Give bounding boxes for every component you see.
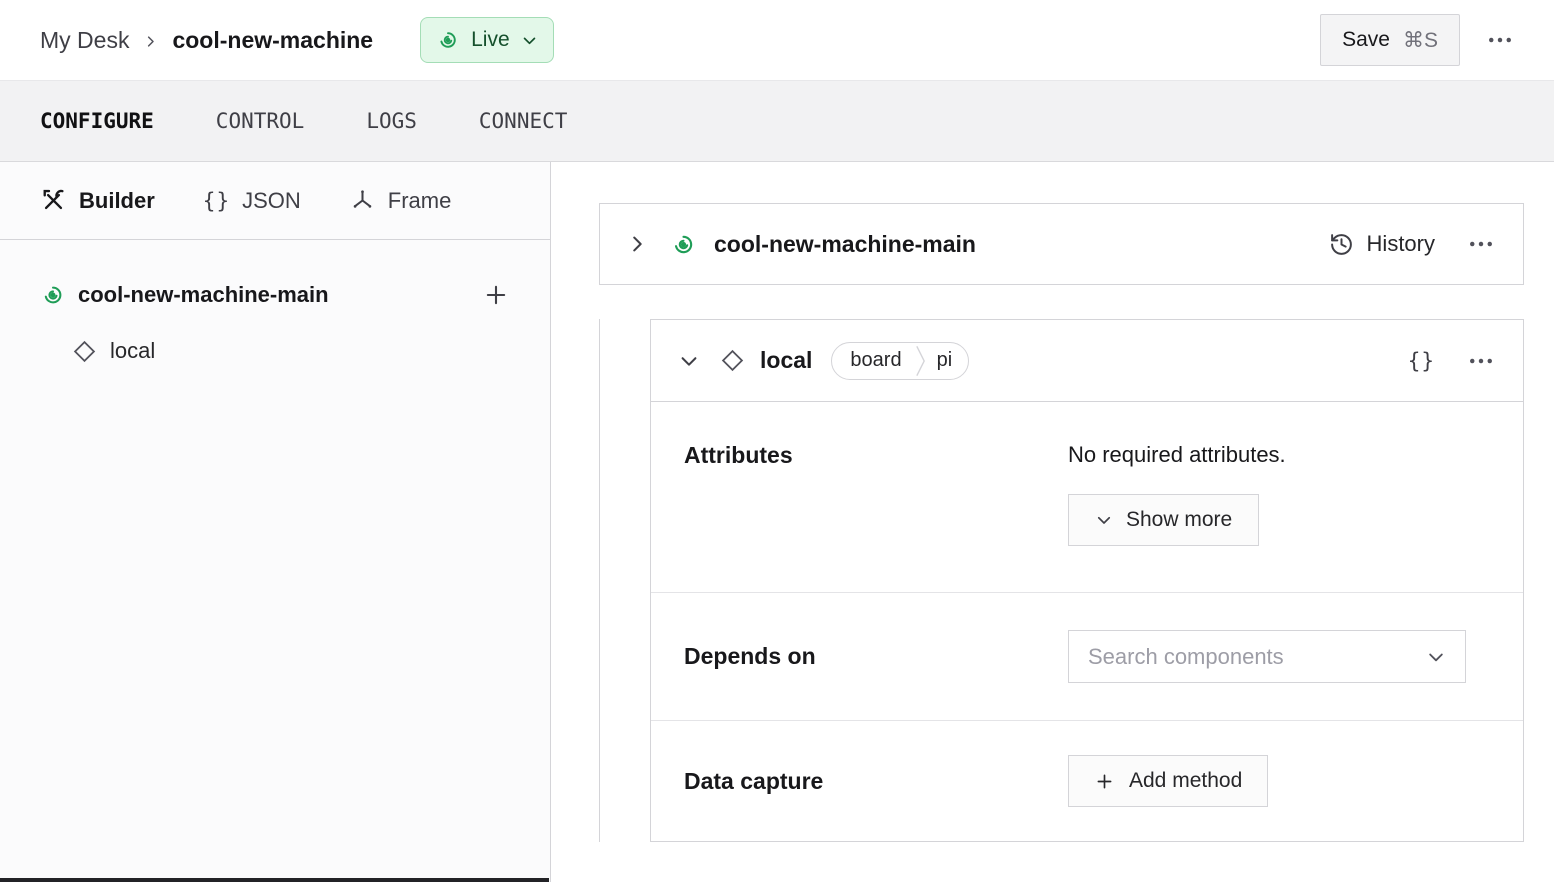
add-component-button[interactable] xyxy=(482,281,510,309)
live-status-button[interactable]: Live xyxy=(420,17,554,63)
sidebar-horizontal-scrollbar[interactable] xyxy=(0,878,549,882)
chevron-down-icon xyxy=(521,32,538,49)
configure-panel: cool-new-machine-main History xyxy=(551,162,1554,882)
tree-item-local[interactable]: local xyxy=(0,329,550,373)
breadcrumb: My Desk cool-new-machine xyxy=(40,27,373,54)
save-label: Save xyxy=(1342,28,1390,52)
ellipsis-icon xyxy=(1467,347,1495,375)
breadcrumb-root[interactable]: My Desk xyxy=(40,27,129,54)
attributes-label: Attributes xyxy=(684,442,1068,546)
depends-on-section: Depends on Search components xyxy=(651,593,1523,721)
history-button[interactable]: History xyxy=(1329,231,1435,257)
diamond-icon xyxy=(72,339,97,364)
broadcast-icon xyxy=(436,28,460,52)
content-area: Builder {} JSON xyxy=(0,162,1554,882)
plus-icon xyxy=(1094,771,1115,792)
chevron-down-icon[interactable] xyxy=(678,350,700,372)
component-card-header: local board pi {} xyxy=(651,320,1523,402)
depends-on-content: Search components xyxy=(1068,630,1499,683)
view-mode-switcher: Builder {} JSON xyxy=(0,162,550,240)
badge-separator-icon xyxy=(915,344,926,378)
data-capture-content: Add method xyxy=(1068,755,1499,807)
component-title: local xyxy=(760,347,812,374)
axes-icon xyxy=(349,187,376,214)
tree-local-label: local xyxy=(110,338,155,364)
show-more-button[interactable]: Show more xyxy=(1068,494,1259,546)
depends-on-select[interactable]: Search components xyxy=(1068,630,1466,683)
machine-part-card: cool-new-machine-main History xyxy=(599,203,1524,285)
ellipsis-icon xyxy=(1486,26,1514,54)
history-icon xyxy=(1329,232,1354,257)
add-method-button[interactable]: Add method xyxy=(1068,755,1268,807)
show-more-label: Show more xyxy=(1126,508,1232,532)
mode-builder-label: Builder xyxy=(79,188,155,214)
machine-tree: cool-new-machine-main local xyxy=(0,240,550,373)
braces-icon: {} xyxy=(203,189,230,213)
chevron-right-icon[interactable] xyxy=(626,233,648,255)
history-label: History xyxy=(1367,231,1435,257)
tools-icon xyxy=(40,187,67,214)
mode-json-label: JSON xyxy=(242,188,301,214)
chevron-down-icon xyxy=(1095,511,1113,529)
machine-part-title: cool-new-machine-main xyxy=(714,231,976,258)
badge-type-label: board xyxy=(850,349,901,372)
mode-json[interactable]: {} JSON xyxy=(203,188,301,214)
top-header: My Desk cool-new-machine Live Save ⌘S xyxy=(0,0,1554,80)
save-shortcut: ⌘S xyxy=(1403,28,1438,53)
mode-frame[interactable]: Frame xyxy=(349,187,452,214)
part-more-button[interactable] xyxy=(1463,226,1499,262)
tab-control[interactable]: CONTROL xyxy=(216,109,305,133)
sidebar: Builder {} JSON xyxy=(0,162,551,882)
data-capture-section: Data capture Add method xyxy=(651,721,1523,841)
component-more-button[interactable] xyxy=(1463,343,1499,379)
tree-item-machine-part[interactable]: cool-new-machine-main xyxy=(0,273,550,317)
mode-builder[interactable]: Builder xyxy=(40,187,155,214)
chevron-down-icon xyxy=(1426,647,1446,667)
json-view-toggle-button[interactable]: {} xyxy=(1408,349,1435,373)
tab-configure[interactable]: CONFIGURE xyxy=(40,109,154,133)
viam-machine-page: My Desk cool-new-machine Live Save ⌘S xyxy=(0,0,1554,882)
save-button[interactable]: Save ⌘S xyxy=(1320,14,1460,66)
component-card-wrap: local board pi {} xyxy=(599,319,1524,842)
mode-frame-label: Frame xyxy=(388,188,452,214)
attributes-empty-text: No required attributes. xyxy=(1068,442,1499,468)
attributes-section: Attributes No required attributes. Show … xyxy=(651,402,1523,593)
attributes-content: No required attributes. Show more xyxy=(1068,442,1499,546)
depends-on-placeholder: Search components xyxy=(1088,644,1284,670)
tab-logs[interactable]: LOGS xyxy=(366,109,417,133)
live-label: Live xyxy=(471,28,510,52)
component-card-local: local board pi {} xyxy=(650,319,1524,842)
component-type-badge: board pi xyxy=(831,342,969,380)
badge-model-label: pi xyxy=(937,349,953,372)
add-method-label: Add method xyxy=(1129,769,1242,793)
tab-bar: CONFIGURE CONTROL LOGS CONNECT xyxy=(0,80,1554,162)
tab-connect[interactable]: CONNECT xyxy=(479,109,568,133)
depends-on-label: Depends on xyxy=(684,643,1068,670)
tree-machine-part-label: cool-new-machine-main xyxy=(78,282,329,308)
tree-connector-line xyxy=(599,319,600,842)
header-more-button[interactable] xyxy=(1482,22,1518,58)
broadcast-icon xyxy=(670,231,697,258)
breadcrumb-current: cool-new-machine xyxy=(172,27,373,54)
breadcrumb-chevron-icon xyxy=(143,34,158,49)
data-capture-label: Data capture xyxy=(684,768,1068,795)
ellipsis-icon xyxy=(1467,230,1495,258)
diamond-icon xyxy=(720,348,745,373)
broadcast-icon xyxy=(40,282,66,308)
